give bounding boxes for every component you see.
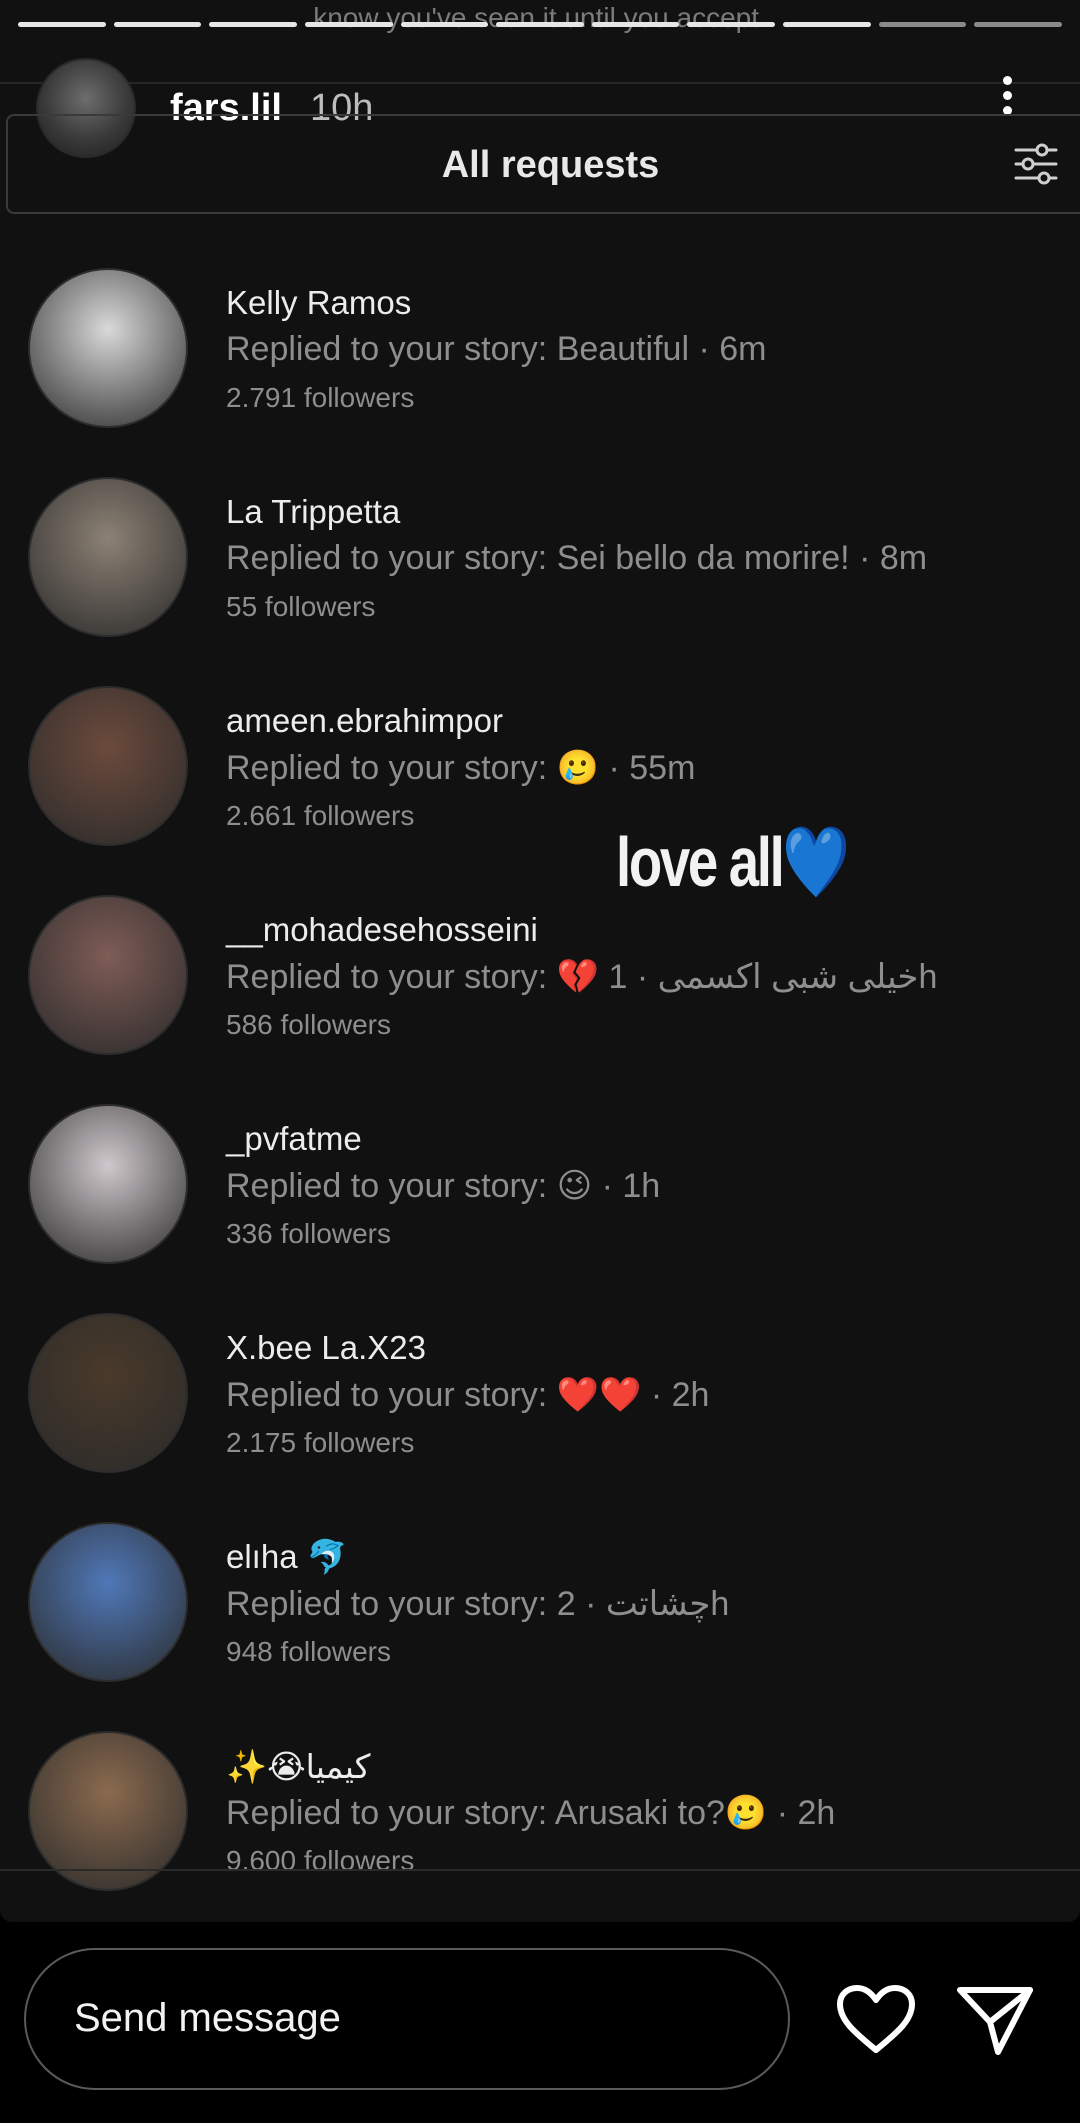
request-row[interactable]: ✨😭کیمیا Replied to your story: Arusaki to…	[0, 1731, 1080, 1922]
avatar[interactable]	[28, 477, 188, 637]
request-username: _pvfatme	[226, 1120, 362, 1157]
divider	[0, 1869, 1080, 1871]
story-hint-text: know you've seen it until you accept.	[313, 2, 767, 33]
request-row[interactable]: elıha 🐬 Replied to your story: چشاتت · 2h…	[0, 1522, 1080, 1722]
progress-segment	[591, 22, 680, 27]
request-username: elıha 🐬	[226, 1538, 348, 1575]
send-icon[interactable]	[956, 1984, 1034, 2056]
request-username: La Trippetta	[226, 493, 401, 530]
request-row[interactable]: X.bee La.X23 Replied to your story: ❤️❤️ …	[0, 1313, 1080, 1513]
request-message: Replied to your story: 🥲 · 55m	[226, 749, 696, 787]
request-message: Replied to your story: 💔 خیلی شبی اکسمی …	[226, 958, 938, 996]
request-username: X.bee La.X23	[226, 1329, 426, 1366]
request-message: Replied to your story: Beautiful · 6m	[226, 330, 767, 368]
avatar[interactable]	[28, 895, 188, 1055]
avatar[interactable]	[28, 268, 188, 428]
story-viewer: know you've seen it until you accept. fa…	[0, 0, 1080, 1922]
progress-segment	[974, 22, 1063, 27]
filter-sliders-icon[interactable]	[1012, 140, 1060, 188]
love-all-sticker: love all💙	[616, 822, 850, 904]
progress-segment	[113, 22, 202, 27]
request-row[interactable]: _pvfatme Replied to your story: 😉 · 1h 336…	[0, 1104, 1080, 1304]
progress-segment	[304, 22, 393, 27]
request-followers: 2.661 followers	[226, 800, 415, 831]
request-row[interactable]: La Trippetta Replied to your story: Sei b…	[0, 477, 1080, 677]
request-followers: 336 followers	[226, 1218, 391, 1249]
request-message: Replied to your story: 😉 · 1h	[226, 1167, 661, 1205]
avatar[interactable]	[28, 686, 188, 846]
request-message: Replied to your story: Arusaki to?🥲 · 2h	[226, 1794, 836, 1832]
request-username: ✨😭کیمیا	[226, 1748, 371, 1785]
requests-title: All requests	[441, 144, 660, 186]
progress-segment	[18, 22, 106, 27]
request-row[interactable]: Kelly Ramos Replied to your story: Beauti…	[0, 268, 1080, 468]
heart-icon[interactable]	[836, 1984, 916, 2056]
progress-segment	[783, 22, 871, 27]
sticker-text: love all	[616, 823, 785, 901]
progress-segment	[878, 22, 967, 27]
avatar[interactable]	[28, 1731, 188, 1891]
request-followers: 55 followers	[226, 591, 376, 622]
blue-heart-icon: 💙	[782, 823, 850, 901]
progress-segment	[209, 22, 297, 27]
avatar[interactable]	[28, 1313, 188, 1473]
avatar[interactable]	[28, 1522, 188, 1682]
send-message-placeholder: Send message	[74, 1996, 341, 2040]
progress-segment	[496, 22, 584, 27]
request-message: Replied to your story: چشاتت · 2h	[226, 1585, 730, 1623]
request-username: ameen.ebrahimpor	[226, 702, 503, 739]
request-followers: 948 followers	[226, 1636, 391, 1667]
request-username: __mohadesehosseini	[226, 911, 538, 948]
send-message-input[interactable]: Send message	[24, 1948, 790, 2090]
progress-segment	[400, 22, 489, 27]
requests-header: All requests	[6, 114, 1080, 214]
request-row[interactable]: ameen.ebrahimpor Replied to your story: 🥲…	[0, 686, 1080, 886]
request-message: Replied to your story: Sei bello da mori…	[226, 539, 928, 577]
request-followers: 2.175 followers	[226, 1427, 415, 1458]
request-row[interactable]: __mohadesehosseini Replied to your story:…	[0, 895, 1080, 1095]
progress-segment	[687, 22, 776, 27]
request-message: Replied to your story: ❤️❤️ · 2h	[226, 1376, 710, 1414]
request-followers: 9.600 followers	[226, 1845, 415, 1876]
request-followers: 586 followers	[226, 1009, 391, 1040]
request-followers: 2.791 followers	[226, 382, 415, 413]
avatar[interactable]	[28, 1104, 188, 1264]
story-progress-bar	[18, 22, 1063, 27]
request-username: Kelly Ramos	[226, 284, 412, 321]
